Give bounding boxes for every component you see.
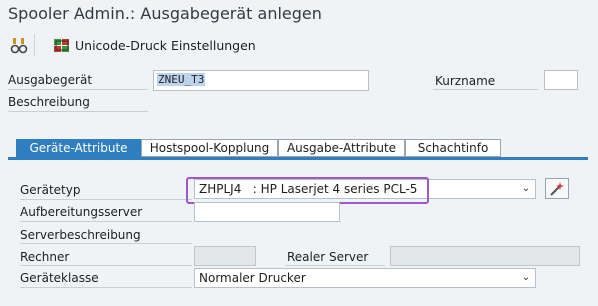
glasses-icon[interactable] bbox=[10, 37, 30, 55]
highlight-box bbox=[186, 177, 429, 204]
unicode-settings-icon bbox=[53, 37, 73, 55]
real-server-field bbox=[390, 246, 580, 266]
device-field-value: ZNEU_T3 bbox=[157, 73, 206, 86]
device-class-label: Geräteklasse bbox=[20, 271, 99, 285]
host-underline bbox=[20, 265, 192, 266]
chevron-down-icon[interactable]: ⌄ bbox=[519, 271, 533, 285]
formatting-server-label: Aufbereitungsserver bbox=[20, 205, 143, 219]
description-label: Beschreibung bbox=[8, 95, 90, 109]
tab-device-attributes[interactable]: Geräte-Attribute bbox=[16, 139, 141, 157]
shortname-field[interactable] bbox=[544, 70, 578, 90]
host-label: Rechner bbox=[20, 250, 70, 264]
device-field[interactable]: ZNEU_T3 bbox=[153, 70, 369, 91]
unicode-settings-label: Unicode-Druck Einstellungen bbox=[75, 38, 256, 53]
wizard-button[interactable] bbox=[545, 178, 569, 199]
server-description-label: Serverbeschreibung bbox=[20, 228, 141, 242]
device-type-label: Gerätetyp bbox=[20, 183, 81, 197]
tab-tray-info[interactable]: Schachtinfo bbox=[405, 139, 501, 157]
shortname-label: Kurzname bbox=[435, 74, 496, 88]
shortname-label-underline bbox=[433, 89, 538, 90]
formatting-server-field[interactable] bbox=[194, 202, 340, 222]
real-server-label: Realer Server bbox=[287, 250, 369, 264]
magic-wand-icon bbox=[549, 181, 565, 200]
device-class-select[interactable]: Normaler Drucker ⌄ bbox=[194, 268, 536, 288]
formatting-server-underline bbox=[20, 221, 192, 222]
device-label-underline bbox=[8, 89, 148, 90]
window-title: Spooler Admin.: Ausgabegerät anlegen bbox=[8, 4, 322, 23]
device-class-underline bbox=[20, 287, 192, 288]
toolbar-separator bbox=[34, 34, 35, 56]
tab-output-attributes[interactable]: Ausgabe-Attribute bbox=[278, 139, 405, 157]
host-field bbox=[194, 246, 256, 266]
real-server-underline bbox=[285, 265, 385, 266]
tab-hostspool-coupling[interactable]: Hostspool-Kopplung bbox=[141, 139, 278, 157]
description-label-underline bbox=[8, 111, 148, 112]
unicode-settings-button[interactable]: Unicode-Druck Einstellungen bbox=[53, 37, 273, 55]
device-label: Ausgabegerät bbox=[8, 73, 93, 87]
device-type-underline bbox=[20, 199, 192, 200]
chevron-down-icon[interactable]: ⌄ bbox=[519, 182, 533, 196]
tab-panel-border bbox=[8, 157, 588, 160]
device-class-value: Normaler Drucker bbox=[199, 271, 306, 285]
server-description-underline bbox=[20, 243, 192, 244]
